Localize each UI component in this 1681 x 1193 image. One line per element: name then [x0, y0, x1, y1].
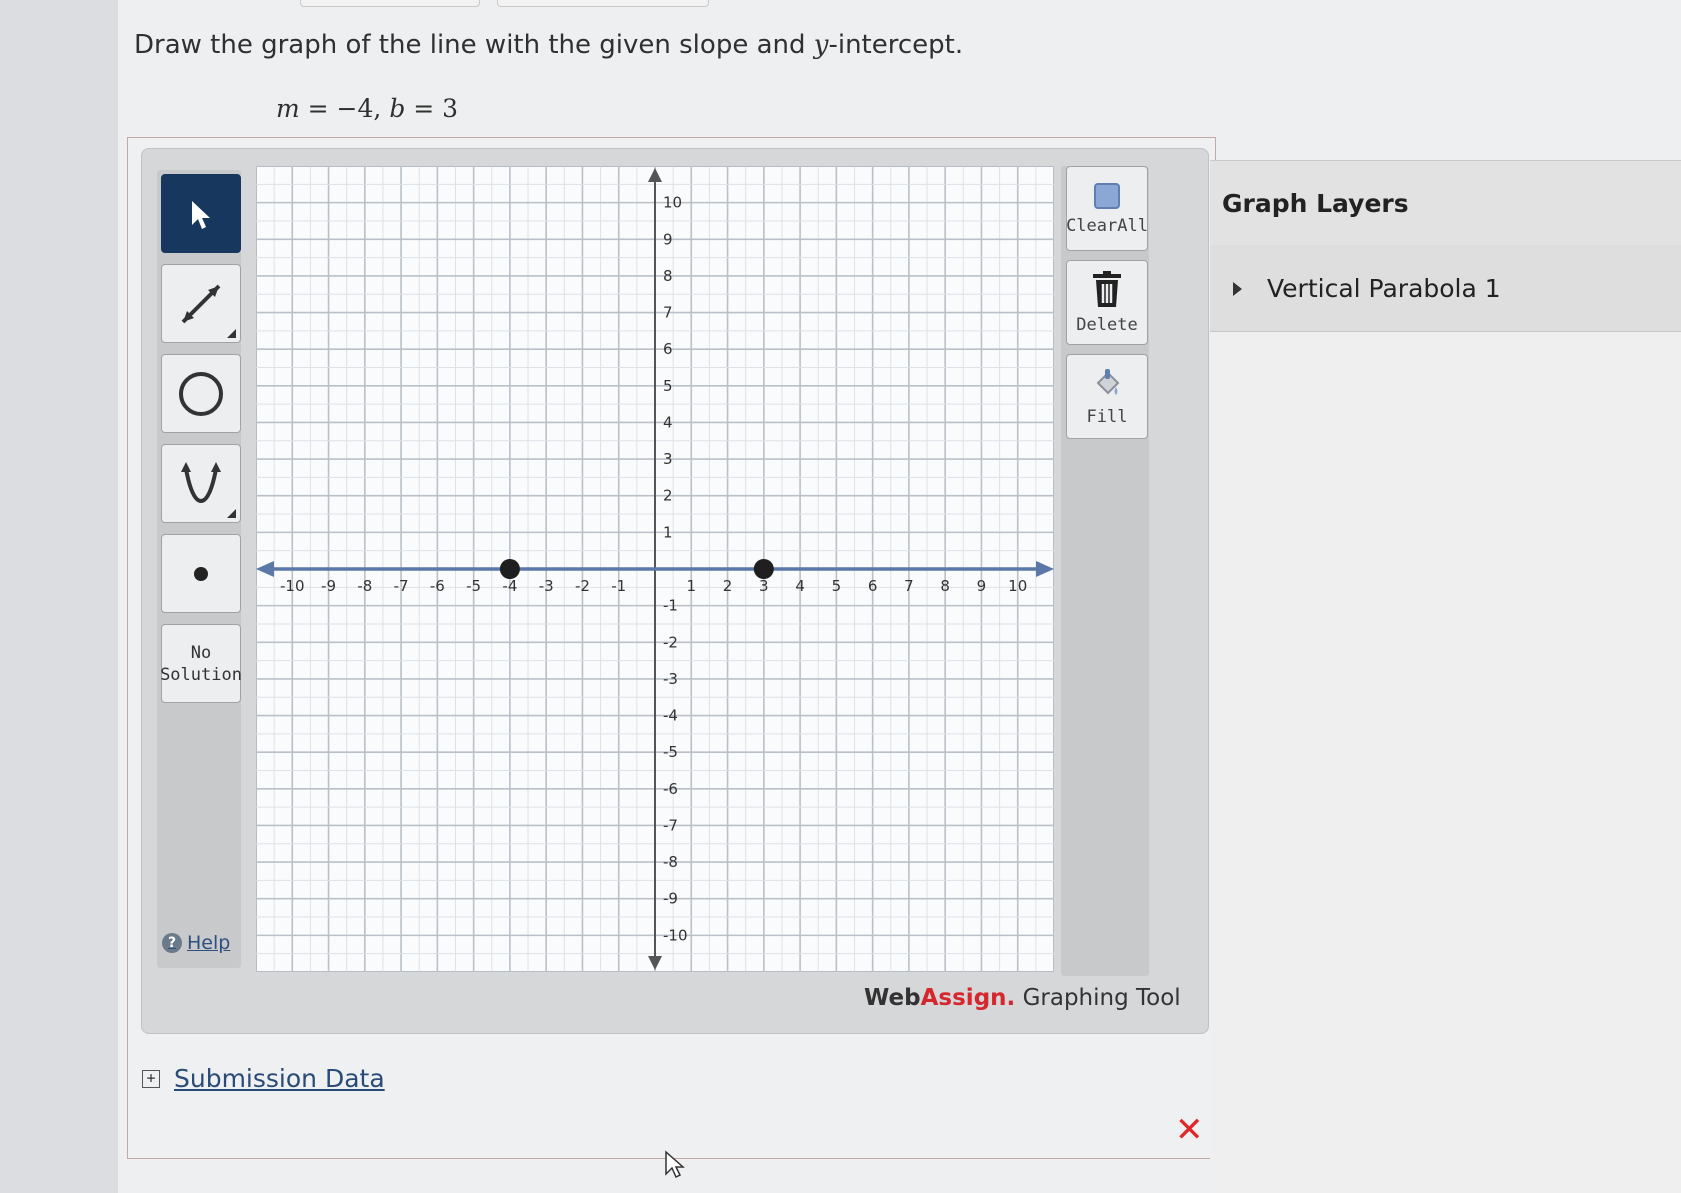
y-tick-label: 6 [663, 340, 673, 358]
y-tick-label: 5 [663, 377, 673, 395]
x-tick-label: -3 [539, 577, 554, 595]
help-label: Help [187, 932, 231, 954]
top-tab-1[interactable] [300, 0, 480, 7]
x-tick-label: 6 [868, 577, 878, 595]
line-control-point[interactable] [753, 559, 774, 579]
no-solution-label-line1: No [190, 642, 212, 663]
parabola-icon [181, 461, 221, 503]
y-tick-label: 1 [663, 523, 673, 541]
clear-all-label: ClearAll [1066, 215, 1148, 236]
y-tick-label: -9 [663, 890, 678, 908]
clear-all-button[interactable]: ClearAll [1066, 166, 1148, 251]
expand-plus-icon: + [142, 1069, 160, 1088]
x-tick-label: -9 [321, 577, 336, 595]
x-tick-label: 9 [977, 577, 987, 595]
x-tick-label: -1 [611, 577, 626, 595]
y-tick-label: -2 [663, 633, 678, 651]
point-dot-icon [194, 566, 208, 581]
x-tick-label: 1 [686, 577, 696, 595]
top-tab-2[interactable] [497, 0, 709, 7]
paint-bucket-icon [1096, 368, 1120, 395]
pointer-arrow-icon [192, 200, 210, 229]
y-tick-label: -7 [663, 816, 678, 834]
submenu-triangle-icon [227, 329, 236, 338]
fill-button[interactable]: Fill [1066, 354, 1148, 439]
submission-data-label: Submission Data [174, 1064, 385, 1093]
delete-label: Delete [1076, 314, 1138, 335]
graph-canvas[interactable]: -10 -9 -8 -7 -6 -5 -4 -3 -2 -1 1 2 3 4 5 6 7 8 9 10 10 9 8 7 6 5 4… [256, 166, 1054, 972]
layer-item-label: Vertical Parabola 1 [1267, 274, 1501, 303]
y-tick-label: 2 [663, 487, 673, 505]
x-tick-label: 10 [1008, 577, 1027, 595]
graph-layers-title: Graph Layers [1222, 189, 1409, 218]
trash-icon [1093, 270, 1121, 307]
pointer-tool-button[interactable] [161, 174, 241, 253]
circle-icon [179, 371, 223, 416]
x-tick-label: 4 [795, 577, 805, 595]
line-tool-button[interactable] [161, 264, 241, 343]
y-tick-label: 8 [663, 267, 673, 285]
x-tick-label: -2 [575, 577, 590, 595]
x-tick-label: -6 [430, 577, 445, 595]
question-text: Draw the graph of the line with the give… [134, 30, 964, 60]
y-tick-label: -1 [663, 597, 678, 615]
y-tick-label: -6 [663, 780, 678, 798]
parabola-tool-button[interactable] [161, 444, 241, 523]
help-link[interactable]: ? Help [162, 932, 230, 954]
line-control-point[interactable] [499, 559, 520, 579]
x-tick-label: -5 [466, 577, 481, 595]
delete-button[interactable]: Delete [1066, 260, 1148, 345]
expand-triangle-icon[interactable] [1233, 282, 1242, 296]
submenu-triangle-icon [227, 509, 236, 518]
webassign-brand: WebAssign. Graphing Tool [864, 985, 1181, 1011]
clear-square-icon [1094, 182, 1120, 209]
line-segment-icon [181, 284, 221, 323]
y-tick-label: 7 [663, 304, 673, 322]
y-tick-label: -5 [663, 743, 678, 761]
fill-label: Fill [1086, 406, 1128, 427]
x-tick-label: 7 [904, 577, 914, 595]
x-tick-label: -4 [502, 577, 517, 595]
no-solution-button[interactable]: No Solution [160, 624, 242, 703]
x-tick-label: 3 [759, 577, 769, 595]
submission-data-toggle[interactable]: + Submission Data [142, 1064, 385, 1093]
x-tick-label: 2 [723, 577, 733, 595]
incorrect-mark-icon: ✕ [1175, 1110, 1204, 1150]
point-tool-button[interactable] [161, 534, 241, 613]
y-tick-label: -3 [663, 670, 678, 688]
y-tick-label: 3 [663, 450, 673, 468]
y-tick-label: 10 [663, 194, 682, 212]
x-tick-label: -7 [394, 577, 409, 595]
y-tick-label: -4 [663, 707, 678, 725]
x-tick-label: -8 [357, 577, 372, 595]
left-margin-strip [0, 0, 118, 1193]
x-tick-label: 8 [940, 577, 950, 595]
mouse-cursor-icon [665, 1150, 685, 1179]
x-tick-label: 5 [832, 577, 842, 595]
x-tick-label: -10 [280, 577, 305, 595]
help-question-icon: ? [162, 933, 182, 953]
circle-tool-button[interactable] [161, 354, 241, 433]
y-tick-label: 9 [663, 230, 673, 248]
given-equation: m = −4, b = 3 [276, 94, 459, 123]
y-tick-label: -10 [663, 926, 688, 944]
y-tick-label: -8 [663, 853, 678, 871]
no-solution-label-line2: Solution [160, 664, 242, 685]
y-tick-label: 4 [663, 413, 673, 431]
